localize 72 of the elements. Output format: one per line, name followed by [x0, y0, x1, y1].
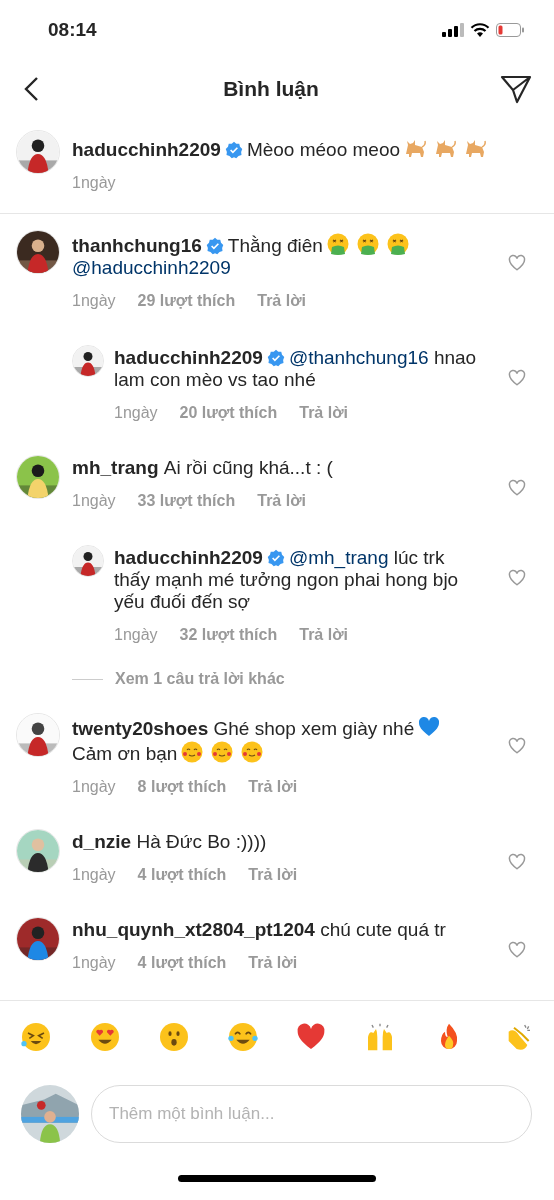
username-link[interactable]: twenty20shoes — [72, 718, 209, 739]
comment-time: 1ngày — [72, 777, 116, 797]
comment-text: lam con mèo vs tao nhé — [114, 369, 316, 391]
reply-link[interactable]: Trả lời — [257, 289, 306, 313]
laughing-face-icon[interactable] — [226, 1020, 259, 1053]
status-time: 08:14 — [48, 17, 97, 42]
username-link[interactable]: thanhchung16 — [72, 235, 202, 256]
page-title: Bình luận — [223, 76, 319, 103]
comment-input-field[interactable]: Thêm một bình luận... — [91, 1085, 532, 1143]
like-count-link[interactable]: 4 lượt thích — [137, 863, 227, 887]
username-link[interactable]: d_nzie — [72, 831, 132, 852]
heart-eyes-face-icon[interactable] — [88, 1020, 121, 1053]
home-indicator[interactable] — [178, 1174, 376, 1182]
signal-icon — [442, 23, 464, 37]
reply-link[interactable]: Trả lời — [299, 623, 348, 647]
comment-text: Mèoo méoo meoo — [246, 139, 401, 161]
like-count-link[interactable]: 20 lượt thích — [179, 401, 278, 425]
like-heart-icon[interactable] — [508, 941, 526, 959]
comment-text: Cảm ơn bạn — [72, 743, 178, 765]
comment-text: Thằng điên — [227, 235, 323, 257]
like-heart-icon[interactable] — [508, 369, 526, 387]
send-icon[interactable] — [500, 74, 532, 104]
reply-link[interactable]: Trả lời — [248, 951, 298, 975]
vomit-face-icon — [385, 232, 410, 256]
mention-link[interactable]: @mh_trang — [288, 547, 389, 569]
reply-link[interactable]: Trả lời — [299, 401, 348, 425]
username-link[interactable]: haducchinh2209 — [72, 139, 221, 160]
like-count-link[interactable]: 29 lượt thích — [137, 289, 236, 313]
comment-time: 1ngày — [72, 291, 116, 311]
comment-text: Ai rồi cũng khá...t : ( — [163, 457, 333, 479]
like-count-link[interactable]: 32 lượt thích — [179, 623, 278, 647]
comment-time: 1ngày — [114, 625, 158, 645]
username-link[interactable]: haducchinh2209 — [114, 547, 263, 568]
comment-text: yếu đuối đến sợ — [114, 591, 251, 613]
comment-text: chú cute quá tr — [320, 919, 446, 941]
reply-link[interactable]: Trả lời — [248, 863, 298, 887]
heart-icon — [417, 715, 442, 739]
like-heart-icon[interactable] — [508, 479, 526, 497]
like-count-link[interactable]: 8 lượt thích — [137, 775, 227, 799]
wifi-icon — [470, 23, 490, 37]
comment-text: thấy mạnh mé tưởng ngon phai hong bjo — [114, 569, 459, 591]
surprised-face-icon[interactable] — [157, 1020, 190, 1053]
comment-time: 1ngày — [72, 953, 116, 973]
smiling-face-icon — [210, 740, 235, 764]
like-count-link[interactable]: 4 lượt thích — [137, 951, 227, 975]
laughing-face-icon[interactable] — [20, 1020, 52, 1053]
mention-link[interactable]: @thanhchung16 — [288, 347, 429, 369]
battery-icon — [496, 23, 524, 37]
like-heart-icon[interactable] — [508, 569, 526, 587]
comment-time: 1ngày — [72, 173, 116, 193]
like-heart-icon[interactable] — [508, 853, 526, 871]
comment-text: Ghé shop xem giày nhé — [213, 718, 415, 740]
smiling-face-icon — [180, 740, 205, 764]
reply-link[interactable]: Trả lời — [257, 489, 306, 513]
like-count-link[interactable]: 33 lượt thích — [137, 489, 236, 513]
reply-link[interactable]: Trả lời — [248, 775, 298, 799]
comment-time: 1ngày — [114, 403, 158, 423]
mention-link[interactable]: @haducchinh2209 — [72, 257, 231, 279]
comment-text: hnao — [433, 347, 477, 369]
view-replies-link[interactable]: Xem 1 câu trả lời khác — [115, 667, 285, 691]
comment-time: 1ngày — [72, 865, 116, 885]
smiling-face-icon — [240, 740, 265, 764]
vomit-face-icon — [355, 232, 380, 256]
like-heart-icon[interactable] — [508, 737, 526, 755]
comment-text: lúc trk — [393, 547, 445, 569]
comment-time: 1ngày — [72, 491, 116, 511]
username-link[interactable]: haducchinh2209 — [114, 347, 263, 368]
comment-text: Hà Đức Bo :)))) — [136, 831, 267, 853]
username-link[interactable]: mh_trang — [72, 457, 159, 478]
like-heart-icon[interactable] — [508, 254, 526, 272]
username-link[interactable]: nhu_quynh_xt2804_pt1204 — [72, 919, 315, 940]
vomit-face-icon — [325, 232, 350, 256]
